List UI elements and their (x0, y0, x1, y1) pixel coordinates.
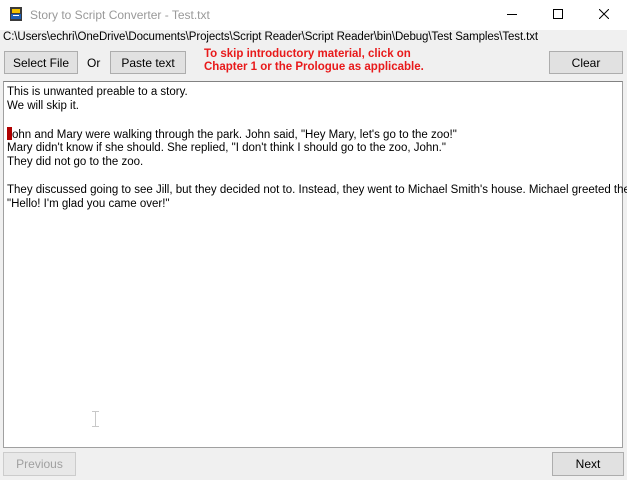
close-button[interactable] (581, 0, 627, 30)
window-title: Story to Script Converter - Test.txt (30, 8, 210, 22)
text-line: They did not go to the zoo. (7, 156, 144, 168)
text-line: They discussed going to see Jill, but th… (7, 184, 627, 196)
clear-button[interactable]: Clear (549, 51, 623, 74)
text-line-selected: ohn and Mary were walking through the pa… (7, 127, 457, 142)
text-line: We will skip it. (7, 100, 79, 112)
skip-hint-line-1: To skip introductory material, click on (204, 48, 411, 60)
ibeam-cursor-icon (92, 411, 99, 430)
story-text-area[interactable]: This is unwanted preable to a story. We … (3, 81, 627, 448)
maximize-button[interactable] (535, 0, 581, 30)
paste-text-button[interactable]: Paste text (110, 51, 186, 74)
text-line: This is unwanted preable to a story. (7, 86, 188, 98)
next-button[interactable]: Next (552, 452, 624, 476)
or-label: Or (87, 56, 101, 70)
text-line: Mary didn't know if she should. She repl… (7, 142, 446, 154)
minimize-icon (507, 8, 517, 22)
text-line-rest: ohn and Mary were walking through the pa… (12, 129, 457, 141)
maximize-icon (553, 8, 563, 22)
skip-hint-line-2: Chapter 1 or the Prologue as applicable. (204, 61, 424, 73)
text-line: "Hello! I'm glad you came over!" (7, 198, 170, 210)
minimize-button[interactable] (489, 0, 535, 30)
title-bar: Story to Script Converter - Test.txt (0, 0, 627, 30)
close-icon (598, 8, 610, 22)
select-file-button[interactable]: Select File (4, 51, 78, 74)
file-path-label: C:\Users\echri\OneDrive\Documents\Projec… (3, 31, 538, 43)
script-app-icon (8, 6, 24, 22)
skip-hint-text: To skip introductory material, click on … (204, 48, 424, 74)
previous-button[interactable]: Previous (3, 452, 76, 476)
